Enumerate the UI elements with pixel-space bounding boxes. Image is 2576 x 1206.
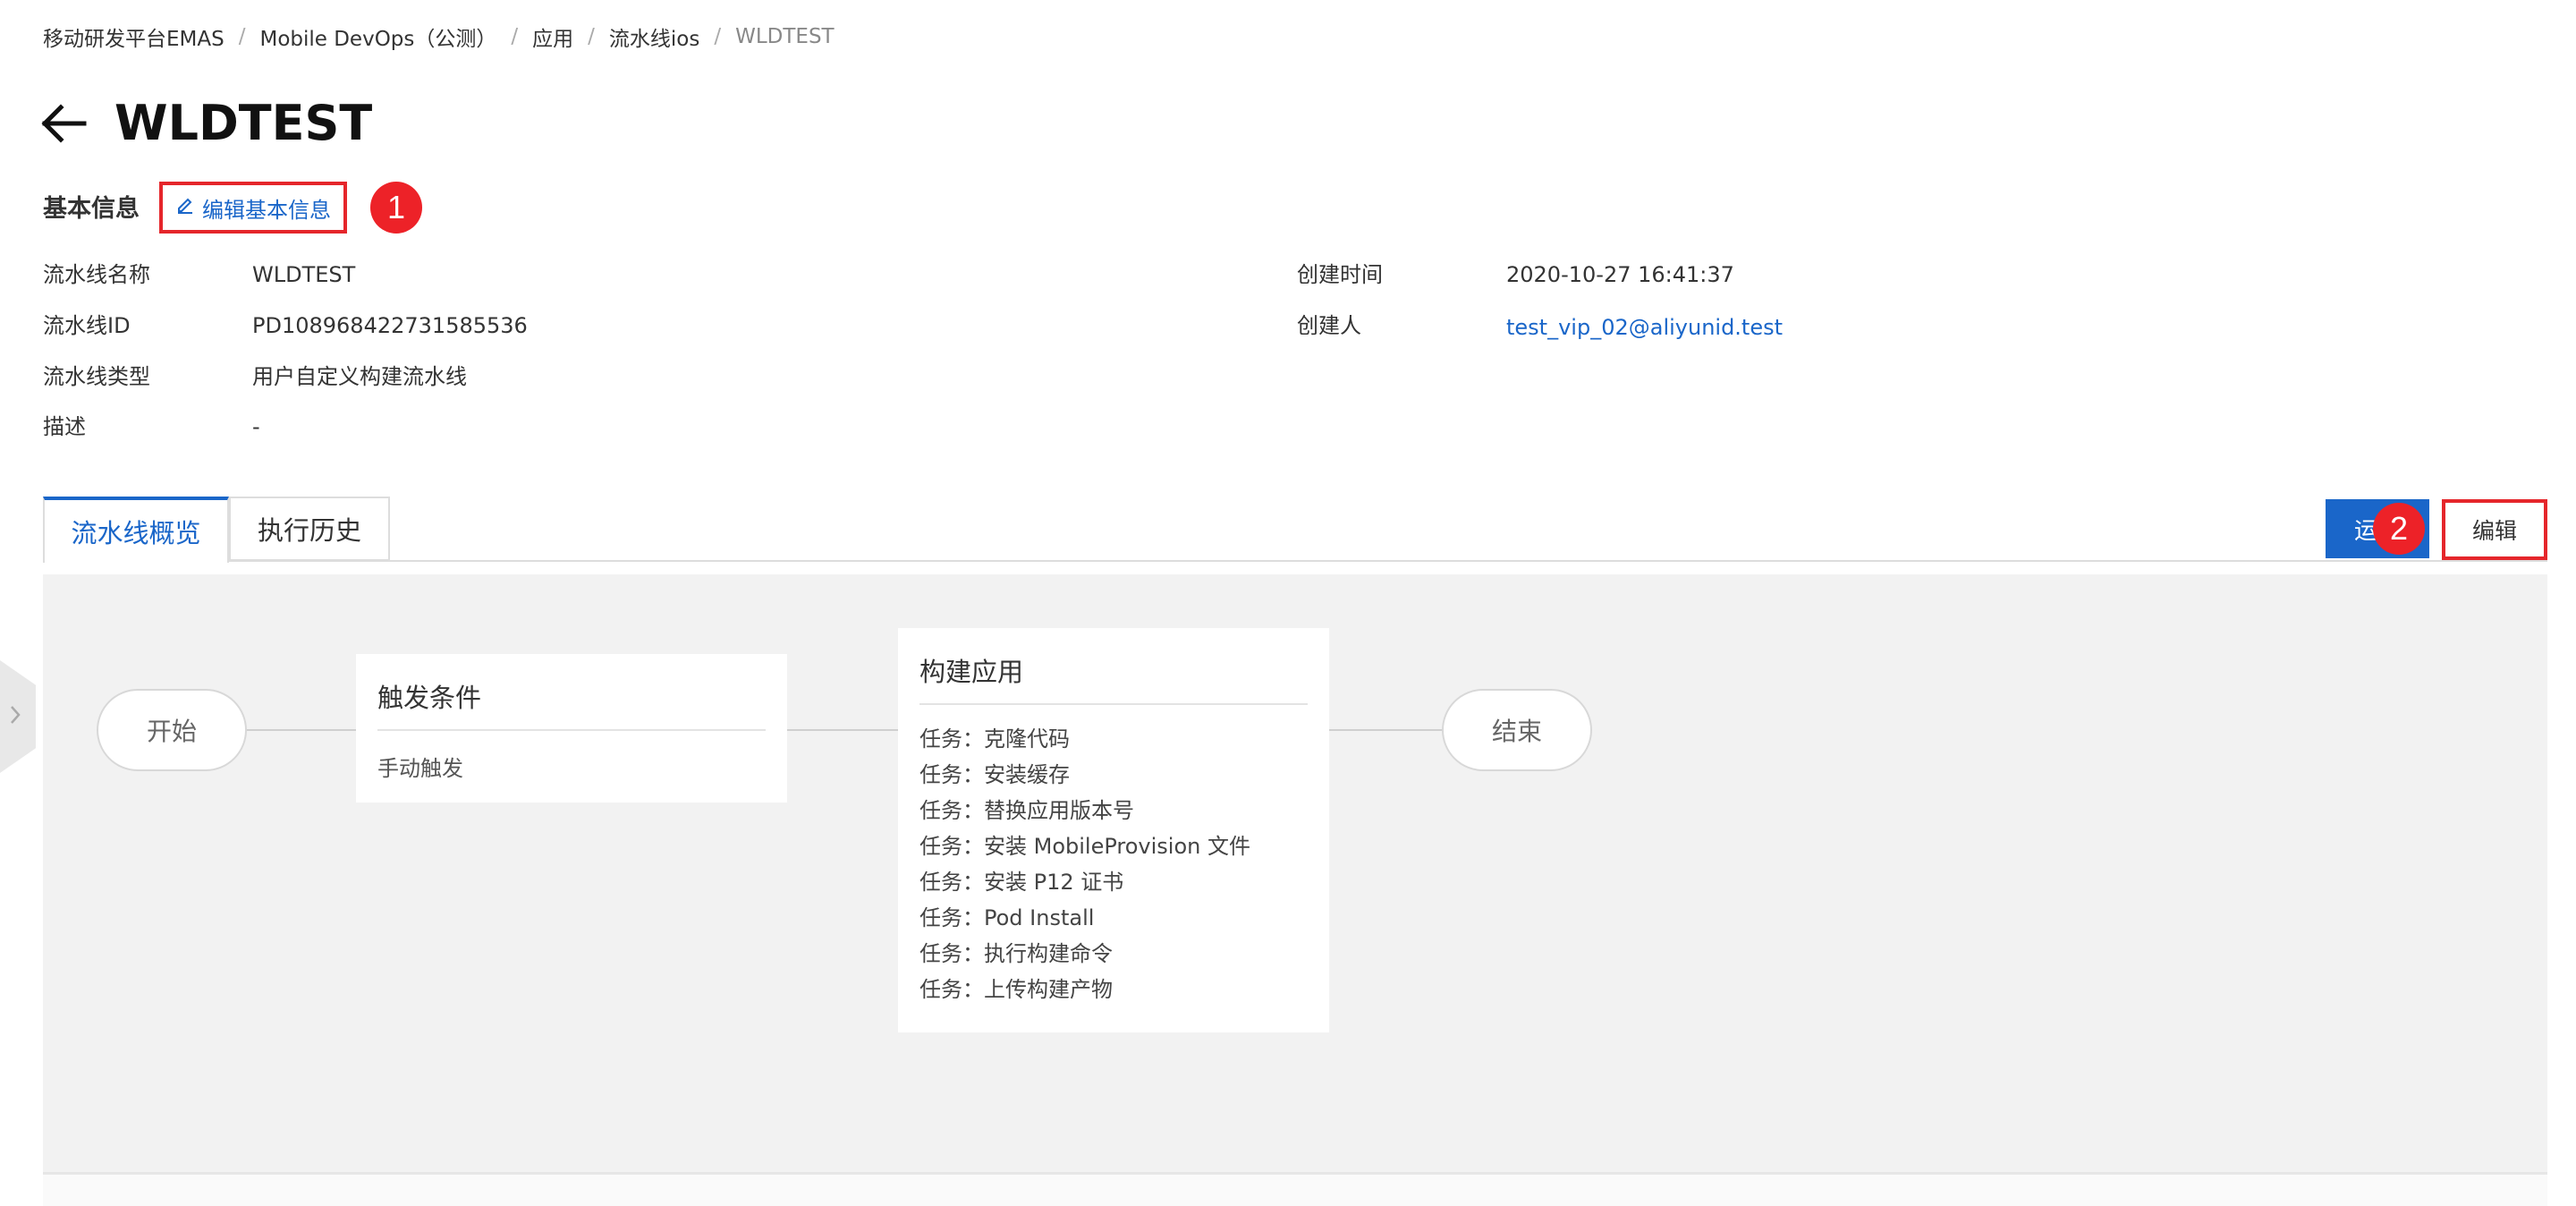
connector-trigger-build <box>787 729 898 731</box>
trigger-stage-text: 手动触发 <box>377 756 463 781</box>
canvas-footer <box>43 1174 2547 1206</box>
breadcrumb-separator: / <box>588 25 595 48</box>
info-label-creator: 创建人 <box>1297 313 1361 338</box>
build-stage-title: 构建应用 <box>919 657 1024 687</box>
side-panel-toggle[interactable] <box>0 660 36 773</box>
start-node: 开始 <box>97 689 247 771</box>
info-label-created-time: 创建时间 <box>1297 262 1383 287</box>
info-value-name: WLDTEST <box>252 262 356 287</box>
breadcrumb-item-devops[interactable]: Mobile DevOps（公测） <box>259 21 496 52</box>
info-value-description: - <box>252 414 260 439</box>
build-task-item: 任务：安装缓存 <box>919 762 1070 787</box>
info-label-description: 描述 <box>43 414 86 439</box>
info-label-name: 流水线名称 <box>43 262 150 287</box>
breadcrumb-item-current: WLDTEST <box>735 25 835 48</box>
arrow-left-icon[interactable] <box>41 104 88 143</box>
build-task-item: 任务：替换应用版本号 <box>919 798 1134 823</box>
tabs-divider <box>43 560 2547 562</box>
build-stage-card[interactable]: 构建应用 任务：克隆代码 任务：安装缓存 任务：替换应用版本号 任务：安装 Mo… <box>898 628 1329 1032</box>
build-task-item: 任务：Pod Install <box>919 905 1095 930</box>
connector-build-end <box>1329 729 1442 731</box>
trigger-card-divider <box>377 729 766 731</box>
build-task-item: 任务：上传构建产物 <box>919 977 1113 1002</box>
tab-pipeline-overview[interactable]: 流水线概览 <box>43 497 229 563</box>
build-task-item: 任务：安装 P12 证书 <box>919 870 1124 895</box>
build-card-divider <box>919 703 1308 705</box>
breadcrumb-separator: / <box>238 25 246 48</box>
breadcrumb-item-pipeline[interactable]: 流水线ios <box>609 21 699 52</box>
page-title: WLDTEST <box>114 95 373 151</box>
tab-execution-history[interactable]: 执行历史 <box>229 497 390 561</box>
info-label-id: 流水线ID <box>43 313 131 338</box>
annotation-marker-2: 2 <box>2373 503 2425 555</box>
info-value-id: PD108968422731585536 <box>252 313 528 338</box>
info-value-created-time: 2020-10-27 16:41:37 <box>1506 262 1734 287</box>
edit-button[interactable]: 编辑 <box>2442 499 2547 560</box>
build-task-item: 任务：执行构建命令 <box>919 941 1113 966</box>
breadcrumb-item-app[interactable]: 应用 <box>532 21 573 52</box>
connector-start-trigger <box>247 729 356 731</box>
edit-basic-info-link[interactable]: 编辑基本信息 <box>159 182 347 234</box>
breadcrumb-separator: / <box>714 25 722 48</box>
trigger-stage-title: 触发条件 <box>377 683 482 713</box>
build-task-item: 任务：安装 MobileProvision 文件 <box>919 834 1250 859</box>
basic-info-title: 基本信息 <box>43 195 140 223</box>
info-label-type: 流水线类型 <box>43 364 150 389</box>
trigger-stage-card[interactable]: 触发条件 手动触发 <box>356 654 787 803</box>
build-task-item: 任务：克隆代码 <box>919 726 1070 752</box>
breadcrumb-item-emas[interactable]: 移动研发平台EMAS <box>43 21 225 52</box>
chevron-right-icon <box>7 703 23 730</box>
breadcrumb: 移动研发平台EMAS / Mobile DevOps（公测） / 应用 / 流水… <box>43 21 835 52</box>
info-value-creator-link[interactable]: test_vip_02@aliyunid.test <box>1506 312 1783 343</box>
pencil-icon <box>175 195 195 220</box>
end-node: 结束 <box>1442 689 1592 771</box>
breadcrumb-separator: / <box>511 25 519 48</box>
annotation-marker-1: 1 <box>370 182 422 234</box>
edit-basic-info-label: 编辑基本信息 <box>202 197 331 223</box>
info-value-type: 用户自定义构建流水线 <box>252 364 467 389</box>
build-task-list: 任务：克隆代码 任务：安装缓存 任务：替换应用版本号 任务：安装 MobileP… <box>919 721 1250 1007</box>
